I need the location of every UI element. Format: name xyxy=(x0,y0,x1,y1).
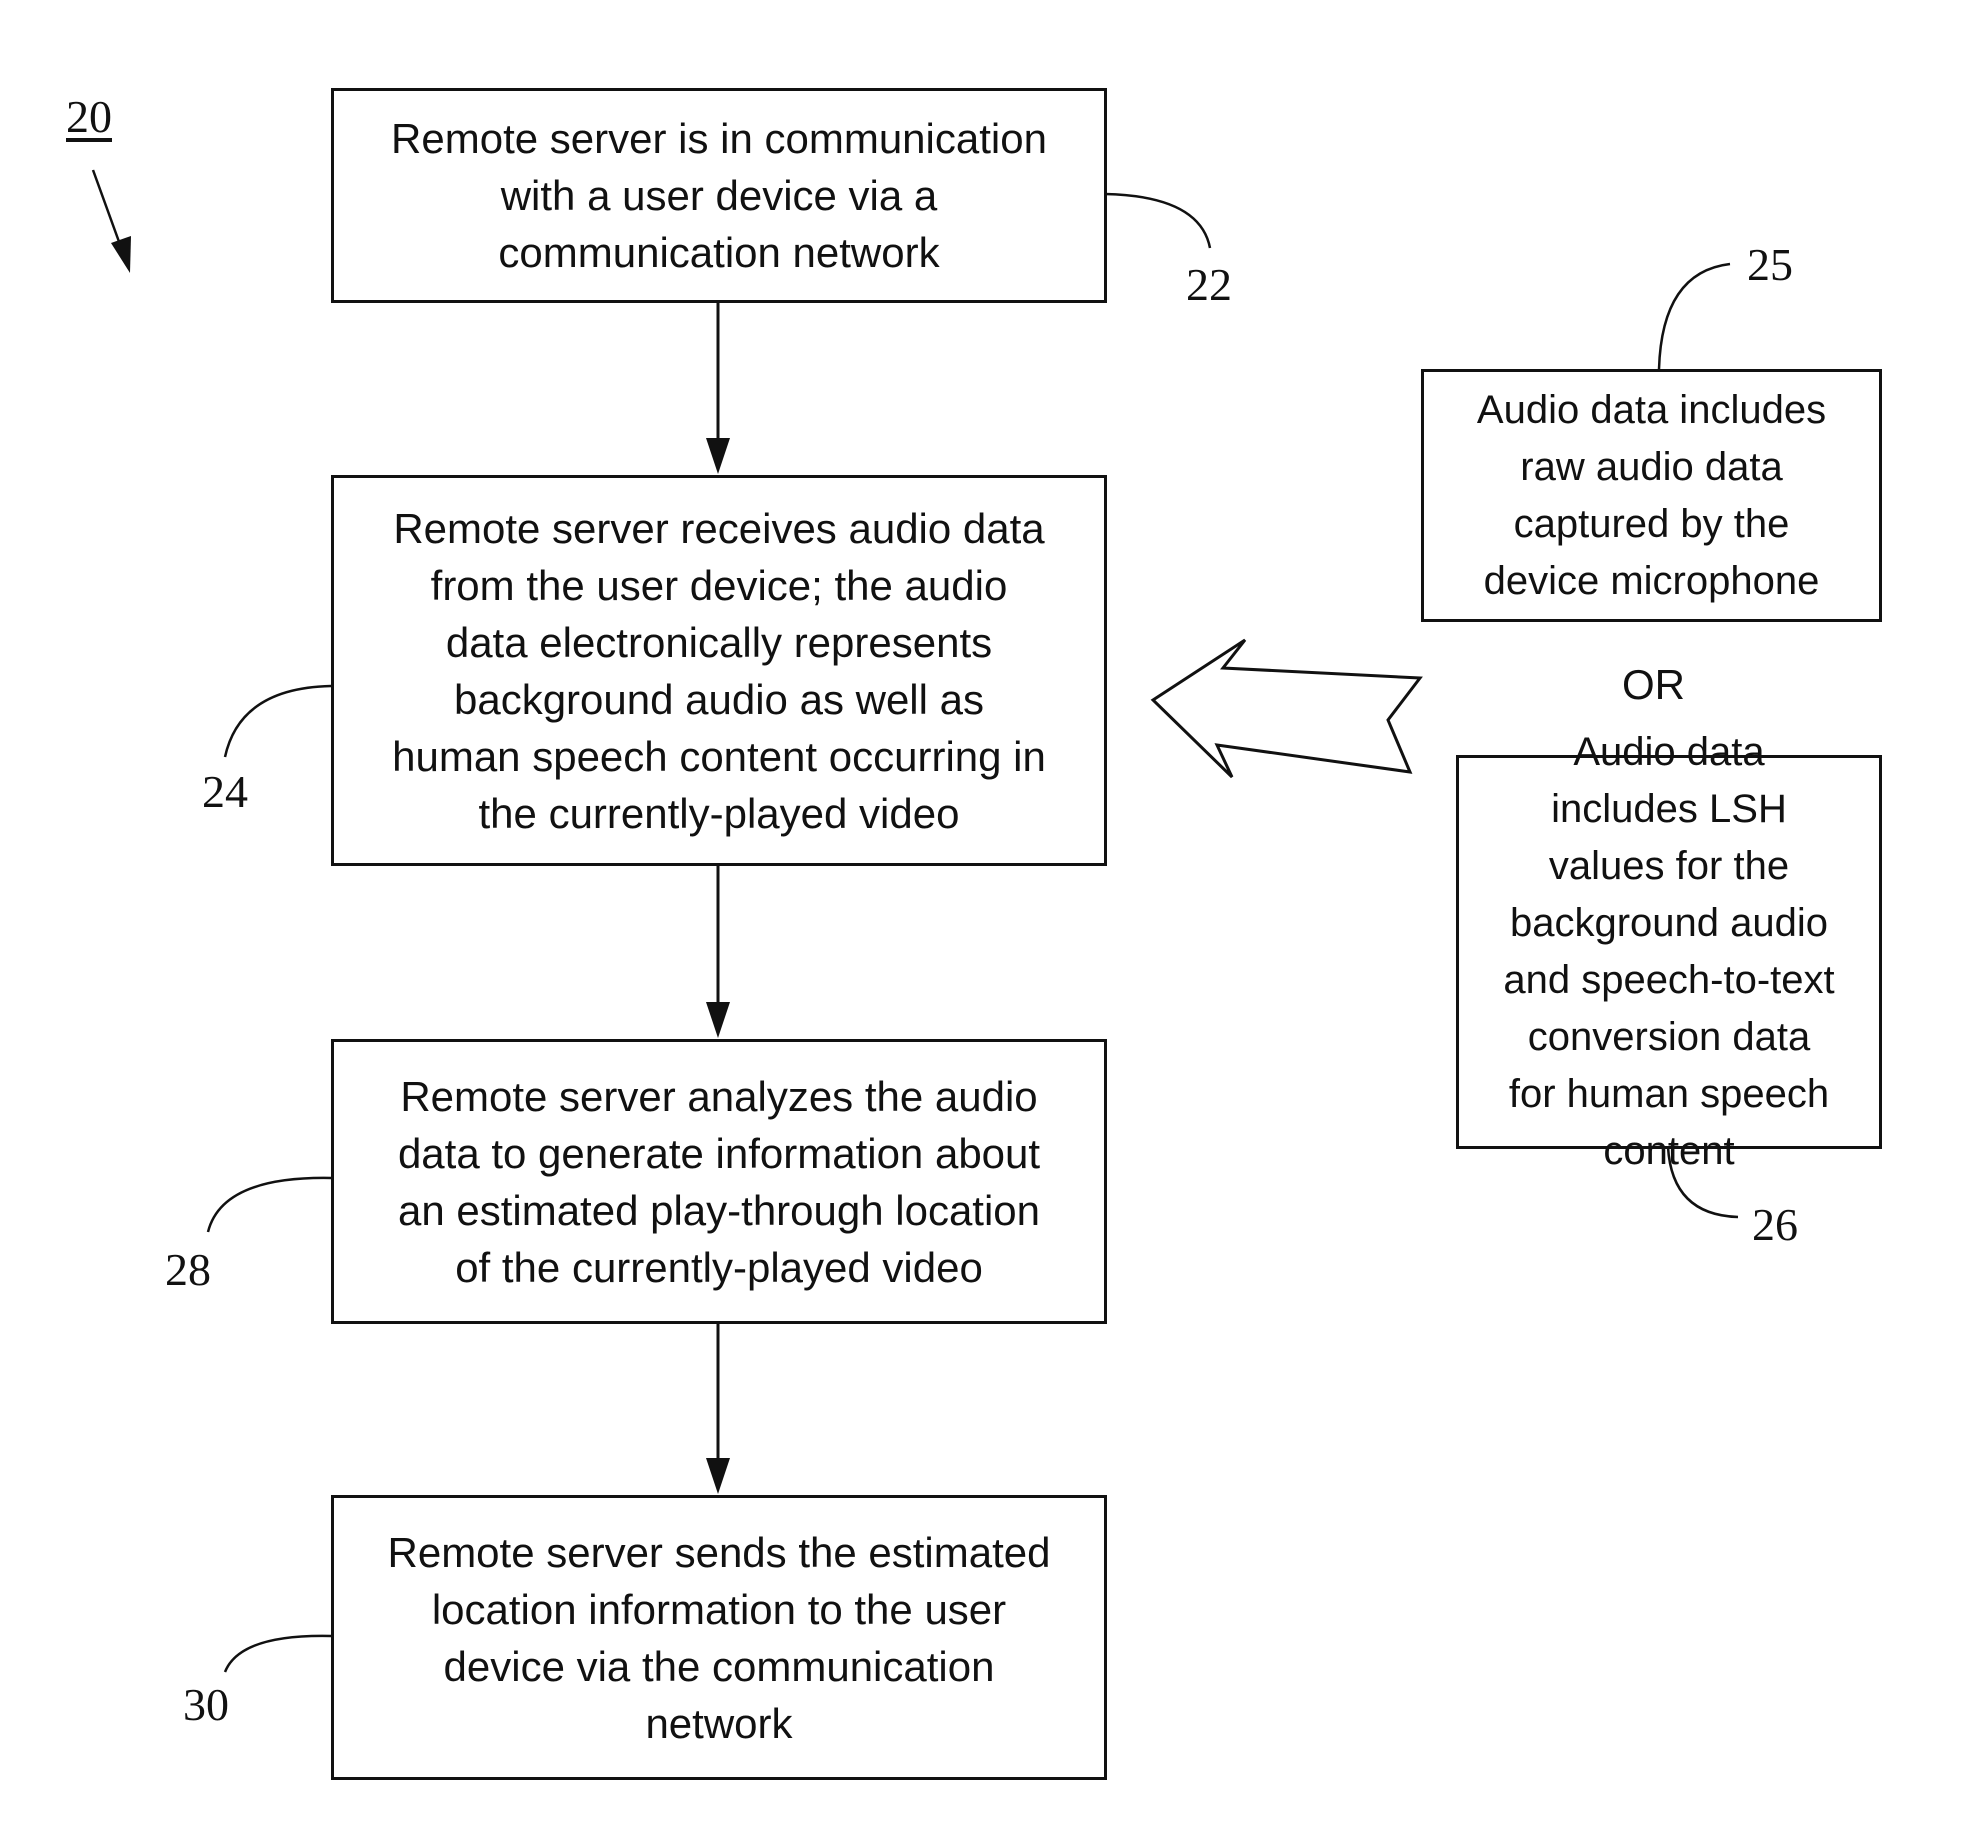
step-box-22: Remote server is in communication with a… xyxy=(331,88,1107,303)
option-text-26: Audio data includes LSH values for the b… xyxy=(1503,730,1835,1173)
step-box-28: Remote server analyzes the audio data to… xyxy=(331,1039,1107,1324)
ref-numeral-30: 30 xyxy=(183,1679,229,1730)
step-text-24: Remote server receives audio data from t… xyxy=(392,504,1046,837)
option-box-25: Audio data includes raw audio data captu… xyxy=(1421,369,1882,622)
flow-arrow-24-to-28 xyxy=(706,864,730,1038)
input-hollow-arrow xyxy=(1150,638,1423,779)
leader-line-24 xyxy=(223,684,332,758)
option-box-26: Audio data includes LSH values for the b… xyxy=(1456,730,1882,1173)
ref-numeral-28: 28 xyxy=(165,1244,211,1295)
ref-numeral-25: 25 xyxy=(1747,239,1793,290)
ref-numeral-24: 24 xyxy=(202,766,248,817)
leader-line-28 xyxy=(206,1176,332,1233)
leader-line-22 xyxy=(1104,192,1212,249)
flow-arrow-28-to-30 xyxy=(706,1322,730,1494)
flowchart-diagram: 20 Remote server is in communication wit… xyxy=(0,0,1987,1821)
ref-numeral-26: 26 xyxy=(1752,1199,1798,1250)
step-box-24: Remote server receives audio data from t… xyxy=(331,475,1107,866)
figure-pointer-arrow xyxy=(91,169,131,273)
step-box-30: Remote server sends the estimated locati… xyxy=(331,1495,1107,1780)
flow-arrow-22-to-24 xyxy=(706,302,730,474)
step-text-30: Remote server sends the estimated locati… xyxy=(387,1528,1051,1747)
figure-label: 20 xyxy=(66,91,112,142)
option-text-25: Audio data includes raw audio data captu… xyxy=(1476,387,1827,603)
or-separator: OR xyxy=(1622,661,1685,708)
leader-line-30 xyxy=(223,1634,332,1673)
step-text-22: Remote server is in communication with a… xyxy=(391,115,1047,276)
step-text-28: Remote server analyzes the audio data to… xyxy=(397,1072,1041,1291)
leader-line-25 xyxy=(1657,262,1731,370)
ref-numeral-22: 22 xyxy=(1186,259,1232,310)
